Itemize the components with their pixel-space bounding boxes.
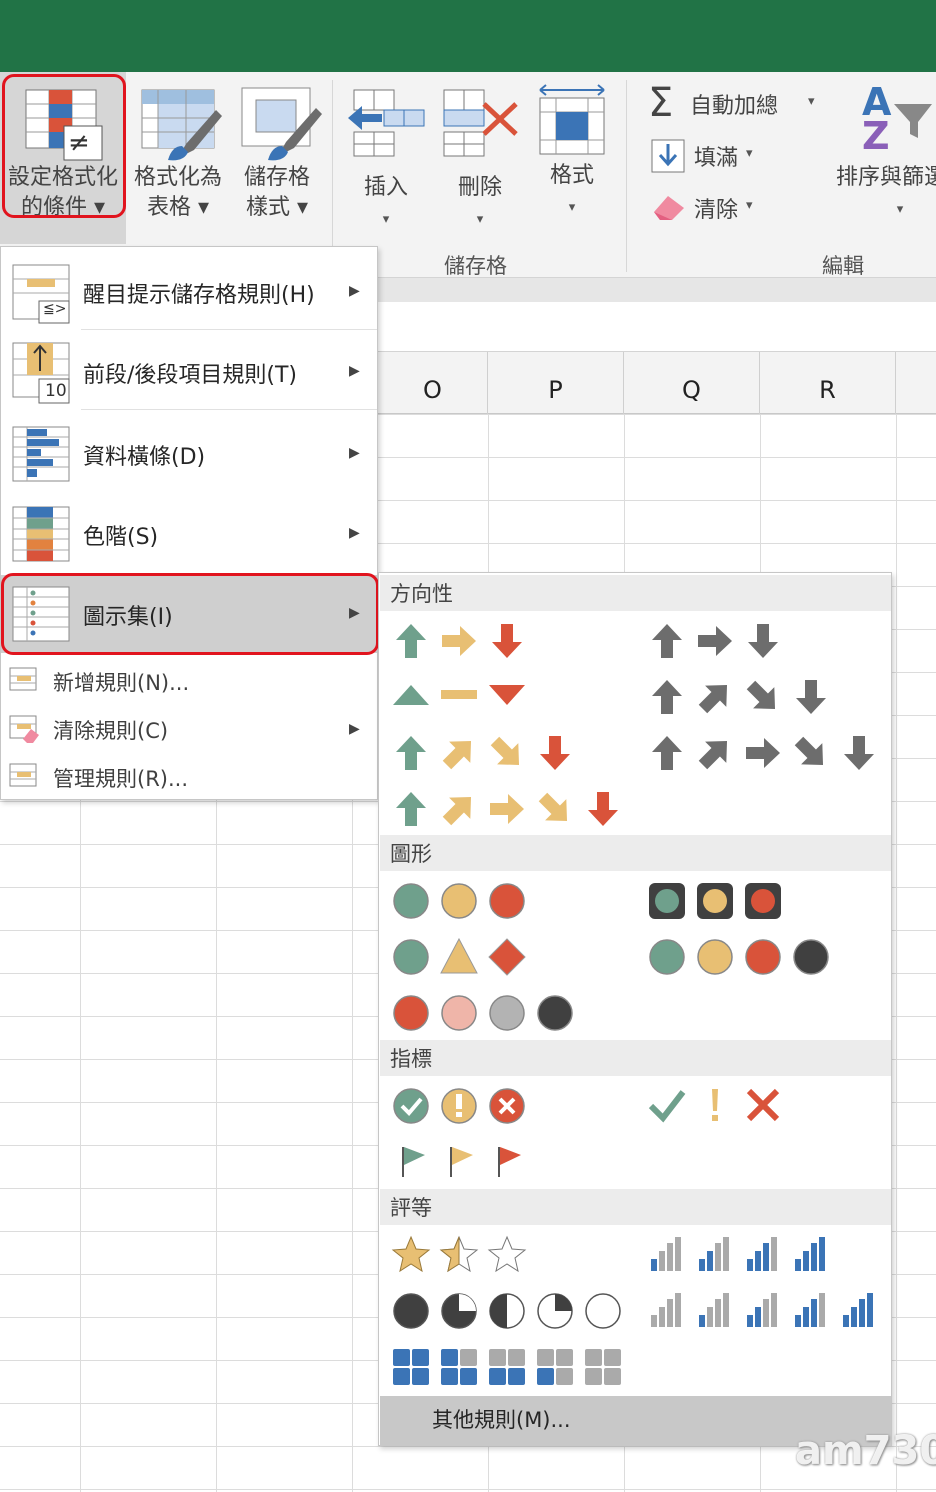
menu-item-data-bars[interactable]: 資料橫條(D) ▶ xyxy=(1,413,377,493)
format-as-table-label-2: 表格 ▾ xyxy=(146,195,210,220)
menu-separator xyxy=(81,329,377,330)
sort-z-letter: Z xyxy=(862,114,890,158)
icon-set-3-arrows-gray[interactable] xyxy=(652,624,778,658)
conditional-formatting-menu: ≦> 醒目提示儲存格規則(H) ▶ 10 前段/後段項目規則(T) ▶ 資料橫條… xyxy=(0,246,379,800)
column-header-o[interactable]: O xyxy=(378,352,488,414)
format-cells-icon[interactable] xyxy=(536,82,608,160)
icon-set-red-to-black[interactable] xyxy=(393,995,573,1031)
column-header-q[interactable]: Q xyxy=(624,352,760,414)
icon-set-5-arrows-colored[interactable] xyxy=(396,786,618,832)
title-bar xyxy=(0,0,936,72)
menu-separator xyxy=(81,409,377,410)
menu-item-new-rule[interactable]: 新增規則(N)... xyxy=(1,657,377,703)
more-rules-label: 其他規則(M)... xyxy=(432,1408,571,1432)
icon-set-4-rating-bars[interactable] xyxy=(651,1237,825,1271)
format-as-table-label: 格式化為 xyxy=(133,165,222,190)
sort-filter-caret[interactable]: ▾ xyxy=(890,194,910,225)
icon-set-5-arrows-gray[interactable] xyxy=(652,730,874,776)
icon-set-3-symbols-circled[interactable] xyxy=(393,1088,525,1124)
color-scales-icon xyxy=(12,506,70,562)
sort-filter-label[interactable]: 排序與篩選 xyxy=(836,162,936,193)
clear-caret[interactable]: ▾ xyxy=(746,198,753,213)
format-caret[interactable]: ▾ xyxy=(532,192,612,223)
clear-label[interactable]: 清除 xyxy=(694,192,738,224)
menu-item-label: 清除規則(C) xyxy=(53,719,169,743)
ribbon-separator xyxy=(332,80,333,272)
menu-item-color-scales[interactable]: 色階(S) ▶ xyxy=(1,493,377,573)
icon-set-3-traffic-lights[interactable] xyxy=(393,883,525,919)
clear-rules-icon xyxy=(9,715,39,743)
top10-number: 10 xyxy=(45,381,67,401)
lessgreater-symbol: ≦> xyxy=(43,301,67,317)
delete-label: 刪除 xyxy=(457,175,502,200)
formula-bar-gap xyxy=(378,278,936,302)
icon-set-4-arrows-gray[interactable] xyxy=(652,674,826,720)
insert-cells-icon[interactable] xyxy=(346,88,426,160)
autosum-icon[interactable]: Σ xyxy=(648,80,673,126)
submenu-arrow-icon: ▶ xyxy=(349,721,360,737)
icon-set-3-arrows-colored[interactable] xyxy=(396,624,522,658)
fill-caret[interactable]: ▾ xyxy=(746,146,753,161)
menu-item-label: 醒目提示儲存格規則(H) xyxy=(83,283,315,308)
submenu-arrow-icon: ▶ xyxy=(349,445,360,461)
format-as-table-icon[interactable] xyxy=(138,86,222,164)
highlight-box-icon-sets xyxy=(1,573,379,655)
menu-item-manage-rules[interactable]: 管理規則(R)... xyxy=(1,753,377,799)
delete-caret[interactable]: ▾ xyxy=(440,204,520,235)
menu-item-highlight-cell-rules[interactable]: ≦> 醒目提示儲存格規則(H) ▶ xyxy=(1,251,377,329)
column-header-row: O P Q R xyxy=(378,352,936,414)
icon-set-3-stars[interactable] xyxy=(391,1235,527,1273)
icon-set-5-quarters[interactable] xyxy=(393,1293,621,1329)
submenu-arrow-icon: ▶ xyxy=(349,283,360,299)
delete-cells-icon[interactable] xyxy=(440,88,524,160)
icon-sets-submenu: 方向性 圖形 指標 評等 其他規則(M)... xyxy=(378,572,892,1446)
menu-item-label: 資料橫條(D) xyxy=(83,445,206,470)
icon-set-5-boxes[interactable] xyxy=(393,1349,621,1385)
ribbon-separator-2 xyxy=(626,80,627,272)
watermark-logo: am730 xyxy=(795,1428,936,1474)
submenu-arrow-icon: ▶ xyxy=(349,525,360,541)
cells-group-label: 儲存格 xyxy=(444,254,507,278)
new-rule-icon xyxy=(9,667,37,691)
eraser-icon[interactable] xyxy=(650,190,688,222)
fill-label[interactable]: 填滿 xyxy=(694,140,738,172)
icon-set-4-arrows-colored[interactable] xyxy=(396,730,570,776)
icon-set-3-symbols[interactable] xyxy=(648,1088,780,1123)
icon-set-3-flags[interactable] xyxy=(402,1147,521,1177)
insert-label: 插入 xyxy=(363,175,408,200)
highlight-box-conditional-formatting xyxy=(2,74,126,218)
fill-icon[interactable] xyxy=(650,138,686,174)
editing-group-label: 編輯 xyxy=(822,254,864,278)
icon-set-3-traffic-lights-rimmed[interactable] xyxy=(649,883,781,919)
icon-set-3-triangles[interactable] xyxy=(393,685,525,705)
submenu-arrow-icon: ▶ xyxy=(349,363,360,379)
menu-item-label: 管理規則(R)... xyxy=(53,767,189,791)
formula-bar[interactable] xyxy=(378,302,936,352)
menu-item-label: 色階(S) xyxy=(83,525,159,550)
format-label: 格式 xyxy=(549,163,594,188)
icon-set-gallery[interactable] xyxy=(379,573,891,1393)
icon-set-4-traffic-lights[interactable] xyxy=(649,939,829,975)
column-header-p[interactable]: P xyxy=(488,352,624,414)
column-header-r[interactable]: R xyxy=(760,352,896,414)
icon-set-3-signs[interactable] xyxy=(393,937,526,976)
menu-item-clear-rules[interactable]: 清除規則(C) ▶ xyxy=(1,705,377,751)
filter-icon[interactable] xyxy=(892,100,936,142)
data-bars-icon xyxy=(12,426,70,482)
menu-item-label: 新增規則(N)... xyxy=(53,671,190,695)
menu-item-label: 前段/後段項目規則(T) xyxy=(83,363,298,388)
cell-styles-label-2: 樣式 ▾ xyxy=(245,195,309,220)
autosum-label[interactable]: 自動加總 xyxy=(690,88,778,120)
autosum-caret[interactable]: ▾ xyxy=(808,94,815,109)
cell-styles-icon[interactable] xyxy=(238,84,322,164)
cell-styles-label: 儲存格 xyxy=(243,165,310,190)
insert-caret[interactable]: ▾ xyxy=(346,204,426,235)
manage-rules-icon xyxy=(9,763,37,787)
menu-item-top-bottom-rules[interactable]: 10 前段/後段項目規則(T) ▶ xyxy=(1,331,377,409)
icon-set-5-rating-bars[interactable] xyxy=(651,1293,873,1327)
